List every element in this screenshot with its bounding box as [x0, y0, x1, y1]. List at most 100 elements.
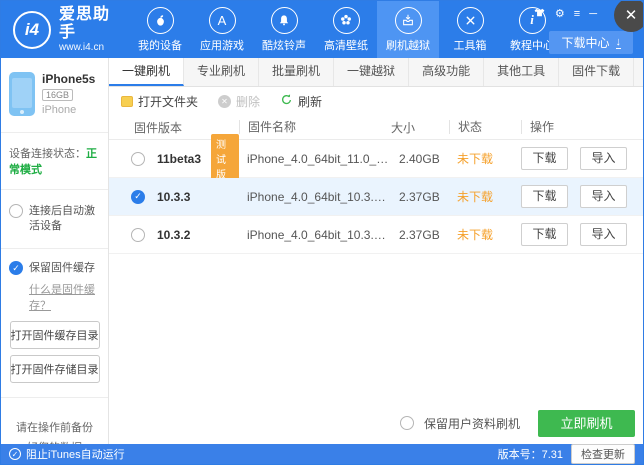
refresh-label: 刷新 [298, 94, 323, 109]
open-storage-dir-button[interactable]: 打开固件存储目录 [9, 354, 100, 383]
appstore-icon: A [208, 6, 236, 34]
settings-gear-icon[interactable]: ⚙ [555, 8, 565, 20]
firmware-name: iPhone_4.0_64bit_10.3.3_14G60_Restore.ip… [247, 189, 391, 204]
connection-label: 设备连接状态： [9, 148, 86, 160]
flash-box-icon [394, 6, 422, 34]
table-row[interactable]: ✓ 10.3.3 iPhone_4.0_64bit_10.3.3_14G60_R… [109, 178, 643, 216]
table-row[interactable]: 10.3.2 iPhone_4.0_64bit_10.3.2_14F89_Res… [109, 216, 643, 254]
app-logo: i4 爱思助手 www.i4.cn [1, 1, 129, 58]
column-firmware-version: 固件版本 [134, 120, 183, 135]
column-size: 大小 [391, 120, 416, 135]
cache-help-link[interactable]: 什么是固件缓存？ [29, 281, 100, 313]
row-select-radio[interactable] [131, 227, 145, 242]
row-select-radio[interactable] [131, 151, 145, 166]
firmware-status: 未下载 [457, 190, 494, 204]
refresh-icon [280, 93, 293, 109]
tab-bar: 一键刷机 专业刷机 批量刷机 一键越狱 高级功能 其他工具 固件下载 [109, 58, 643, 87]
connection-status: 设备连接状态：正常模式 [1, 133, 108, 190]
tab-batch-flash[interactable]: 批量刷机 [259, 58, 335, 86]
open-folder-label: 打开文件夹 [138, 94, 199, 109]
nav-label: 应用游戏 [200, 39, 244, 52]
apple-icon [146, 6, 174, 34]
tab-other-tools[interactable]: 其他工具 [484, 58, 560, 86]
delete-icon: ✕ [218, 94, 232, 108]
skin-icon[interactable] [533, 7, 546, 21]
nav-label: 高清壁纸 [324, 39, 368, 52]
flash-now-button[interactable]: 立即刷机 [538, 409, 635, 437]
device-capacity-badge: 16GB [42, 89, 74, 101]
delete-label: 删除 [236, 94, 261, 109]
block-itunes-toggle[interactable]: ✓ 阻止iTunes自动运行 [9, 446, 125, 462]
main-panel: 一键刷机 专业刷机 批量刷机 一键越狱 高级功能 其他工具 固件下载 打开文件夹… [109, 58, 643, 444]
firmware-cache-section: ✓ 保留固件缓存 什么是固件缓存？ 打开固件缓存目录 打开固件存储目录 [1, 249, 108, 398]
column-status: 状态 [449, 120, 521, 134]
tab-firmware-download[interactable]: 固件下载 [559, 58, 635, 86]
row-select-radio[interactable]: ✓ [131, 189, 145, 204]
firmware-size: 2.37GB [399, 189, 440, 204]
keep-user-data-radio[interactable] [399, 416, 414, 430]
nav-ringtones[interactable]: 酷炫铃声 [253, 1, 315, 58]
titlebar-controls: ⚙ ≡ ─ [533, 7, 597, 21]
nav-wallpapers[interactable]: 高清壁纸 [315, 1, 377, 58]
block-itunes-label: 阻止iTunes自动运行 [26, 449, 125, 461]
device-card: iPhone5s 16GB iPhone [1, 58, 108, 133]
keep-user-data-label: 保留用户资料刷机 [423, 416, 520, 431]
import-button[interactable]: 导入 [580, 185, 627, 208]
download-button[interactable]: 下载 [521, 147, 568, 170]
check-update-button[interactable]: 检查更新 [571, 444, 635, 464]
refresh-button[interactable]: 刷新 [280, 93, 322, 110]
close-icon[interactable]: ✕ [614, 1, 643, 32]
download-button[interactable]: 下载 [521, 223, 568, 246]
tab-one-click-jailbreak[interactable]: 一键越狱 [334, 58, 410, 86]
firmware-name: iPhone_4.0_64bit_11.0_15A5318g_Restore.i… [247, 151, 391, 166]
app-url: www.i4.cn [59, 41, 105, 53]
table-row[interactable]: 11beta3 测试版 iPhone_4.0_64bit_11.0_15A531… [109, 134, 643, 183]
keep-cache-label: 保留固件缓存 [29, 261, 95, 274]
sidebar: iPhone5s 16GB iPhone 设备连接状态：正常模式 连接后自动激活… [1, 58, 109, 464]
firmware-name: iPhone_4.0_64bit_10.3.2_14F89_Restore.ip… [247, 227, 391, 242]
tab-advanced[interactable]: 高级功能 [409, 58, 485, 86]
nav-toolbox[interactable]: 工具箱 [439, 1, 501, 58]
nav-my-devices[interactable]: 我的设备 [129, 1, 191, 58]
auto-activate-label: 连接后自动激活设备 [29, 205, 95, 232]
nav-label: 刷机越狱 [386, 39, 430, 52]
nav-flash-jailbreak[interactable]: 刷机越狱 [377, 1, 439, 58]
menu-icon[interactable]: ≡ [574, 8, 580, 20]
firmware-size: 2.37GB [399, 227, 440, 242]
tools-icon [456, 6, 484, 34]
import-button[interactable]: 导入 [580, 147, 627, 170]
column-firmware-name: 固件名称 [239, 120, 391, 134]
open-cache-dir-button[interactable]: 打开固件缓存目录 [9, 320, 100, 349]
minimize-icon[interactable]: ─ [589, 8, 597, 20]
app-title: 爱思助手 [59, 6, 111, 41]
delete-button[interactable]: ✕ 删除 [218, 93, 260, 110]
folder-icon [121, 95, 133, 107]
firmware-size: 2.40GB [399, 151, 440, 166]
iphone-icon [9, 72, 35, 116]
open-folder-button[interactable]: 打开文件夹 [121, 93, 198, 110]
firmware-version: 10.3.3 [157, 189, 191, 204]
download-center-button[interactable]: 下载中心 ↓ [549, 31, 633, 54]
import-button[interactable]: 导入 [580, 223, 627, 246]
auto-activate-section: 连接后自动激活设备 [1, 190, 108, 249]
device-model: iPhone [42, 104, 77, 116]
download-icon: ↓ [615, 35, 621, 49]
device-name: iPhone5s [42, 72, 96, 86]
firmware-version: 10.3.2 [157, 227, 191, 242]
bell-icon [270, 6, 298, 34]
tab-pro-flash[interactable]: 专业刷机 [184, 58, 260, 86]
keep-cache-radio[interactable]: ✓ [9, 260, 23, 275]
flash-controls: 保留用户资料刷机 立即刷机 [109, 402, 643, 444]
toolbar: 打开文件夹 ✕ 删除 刷新 [109, 87, 643, 115]
nav-label: 我的设备 [138, 39, 182, 52]
download-button[interactable]: 下载 [521, 185, 568, 208]
download-center-label: 下载中心 [561, 36, 610, 50]
table-empty-area [109, 254, 643, 402]
nav-label: 酷炫铃声 [262, 39, 306, 52]
header: i4 爱思助手 www.i4.cn 我的设备 A 应用游戏 酷炫铃声 高清壁纸 … [1, 1, 643, 58]
tab-one-click-flash[interactable]: 一键刷机 [109, 58, 185, 86]
auto-activate-radio[interactable] [9, 204, 23, 218]
nav-apps-games[interactable]: A 应用游戏 [191, 1, 253, 58]
i4-logo-icon: i4 [13, 10, 51, 49]
beta-badge: 测试版 [211, 134, 239, 183]
